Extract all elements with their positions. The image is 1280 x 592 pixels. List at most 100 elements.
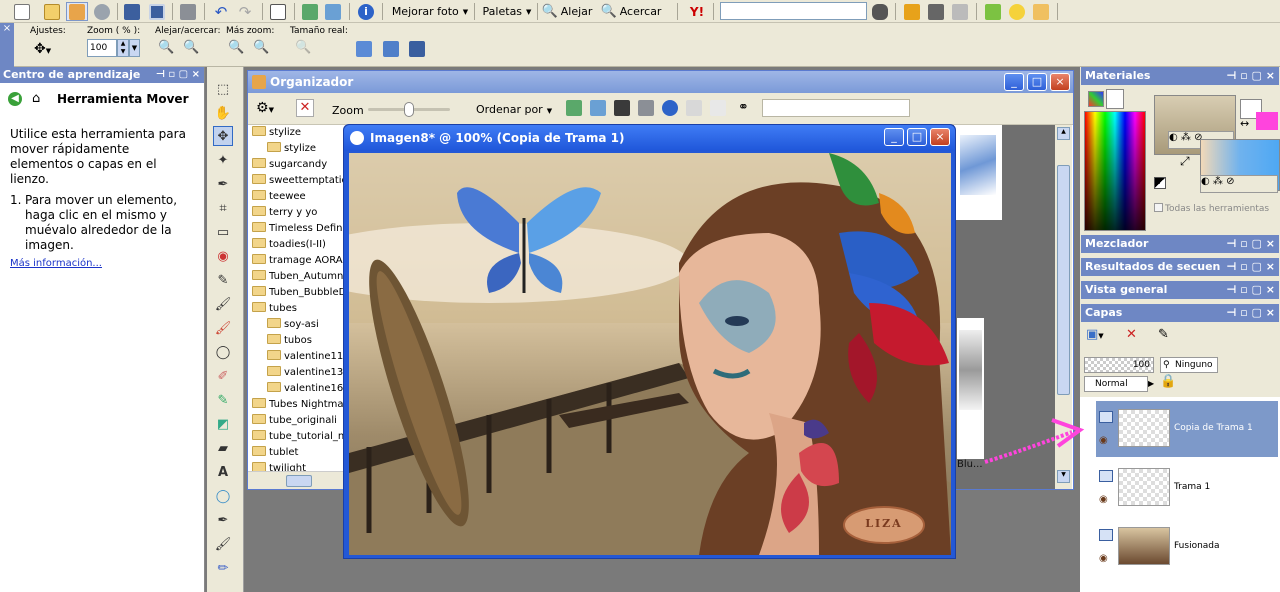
smudge-tool[interactable]: ✐ — [213, 366, 233, 386]
folder-item[interactable]: tublet — [250, 445, 347, 461]
hscroll-thumb[interactable] — [286, 475, 312, 487]
acercar-button[interactable]: 🔍 Acercar — [600, 2, 662, 21]
swap-colors-icon[interactable]: ↔ — [1240, 117, 1249, 130]
my-button[interactable] — [902, 2, 922, 21]
mixer-title[interactable]: Mezclador ⊣ ▫ ▢ × — [1081, 235, 1279, 253]
background-color-small[interactable] — [1256, 112, 1278, 130]
folder-item[interactable]: twilight — [250, 461, 347, 471]
bg-texture-controls[interactable]: ◐ ⁂ ⊘ — [1200, 175, 1278, 193]
swap-colors-button[interactable]: ⤢ — [1180, 154, 1190, 169]
image-window-titlebar[interactable]: Imagen8* @ 100% (Copia de Trama 1) — [344, 125, 955, 151]
organizer-search-input[interactable] — [762, 99, 910, 117]
layer-row[interactable]: ◉ Trama 1 — [1096, 460, 1278, 516]
clone-tool[interactable]: 🖌 — [213, 294, 233, 314]
folder-tree-hscroll[interactable] — [248, 471, 348, 489]
refresh-icon[interactable] — [566, 100, 582, 116]
dodge-tool[interactable]: ◯ — [213, 342, 233, 362]
red-eye-tool[interactable]: ◉ — [213, 246, 233, 266]
thumbnail-top[interactable] — [954, 125, 1002, 220]
color-picker[interactable] — [1084, 111, 1146, 231]
folder-item[interactable]: valentine11 — [250, 349, 347, 365]
scroll-up-icon[interactable]: ▲ — [1057, 127, 1070, 140]
eraser-tool[interactable]: ▰ — [213, 438, 233, 458]
layer-row[interactable]: ◉ Copia de Trama 1 — [1096, 401, 1278, 457]
flood-fill-tool[interactable]: ◩ — [213, 414, 233, 434]
info-icon[interactable] — [662, 100, 678, 116]
dropper-tool[interactable]: ✒ — [213, 174, 233, 194]
paletas-menu[interactable]: Paletas ▼ — [480, 2, 534, 21]
image-maximize-button[interactable]: □ — [907, 128, 927, 146]
panel-controls[interactable]: ⊣ ▫ ▢ × — [1226, 304, 1275, 322]
image-close-button[interactable]: × — [930, 128, 950, 146]
folder-item[interactable]: stylize — [250, 141, 347, 157]
reset-colors-button[interactable] — [1154, 177, 1166, 189]
scan-button[interactable] — [92, 2, 112, 21]
new-layer-button[interactable]: ▣▼ — [1086, 327, 1104, 342]
zoom-spinner[interactable]: ▲ ▼ — [117, 39, 129, 57]
print-icon[interactable] — [638, 100, 654, 116]
crop-to-new-button[interactable] — [268, 2, 288, 21]
folder-item[interactable]: teewee — [250, 189, 347, 205]
move-tool[interactable]: ✥ — [213, 126, 233, 146]
lock-button[interactable]: 🔒 — [1160, 374, 1176, 389]
folder-item[interactable]: tube_tutorial_nat — [250, 429, 347, 445]
print-button[interactable] — [178, 2, 198, 21]
more-info-link[interactable]: Más información... — [10, 258, 102, 269]
sort-by-menu[interactable]: Ordenar por ▼ — [476, 103, 552, 116]
more-zoom-in-button[interactable]: 🔍 — [253, 40, 269, 55]
fit-image-button[interactable] — [383, 41, 401, 59]
home-button[interactable]: ⌂ — [32, 91, 40, 106]
straighten-tool[interactable]: ▭ — [213, 222, 233, 242]
share-icon[interactable] — [710, 100, 726, 116]
all-tools-checkbox[interactable]: Todas las herramientas — [1154, 203, 1269, 214]
panel-controls[interactable]: ⊣ ▫ ▢ × — [1226, 281, 1275, 299]
slideshow-icon[interactable] — [614, 100, 630, 116]
organizer-find-button[interactable]: ⚭ — [738, 100, 749, 115]
new-file-button[interactable] — [12, 2, 32, 21]
delete-layer-button[interactable]: ✕ — [1126, 327, 1137, 342]
zoom-dropdown[interactable]: ▼ — [129, 39, 140, 57]
panel-controls[interactable]: ⊣ ▫ ▢ × — [156, 67, 204, 83]
eraser-tb-button[interactable] — [950, 2, 970, 21]
magic-wand-tool[interactable]: ✦ — [213, 150, 233, 170]
web-search-button[interactable] — [870, 2, 890, 21]
organizer-minimize-button[interactable]: _ — [1004, 73, 1024, 91]
folder-item[interactable]: tube_originali — [250, 413, 347, 429]
panel-controls[interactable]: ⊣ ▫ ▢ × — [1223, 258, 1275, 276]
organizer-settings-button[interactable]: ⚙▼ — [256, 100, 274, 116]
vscroll-thumb[interactable] — [1057, 165, 1070, 395]
folder-item[interactable]: tubos — [250, 333, 347, 349]
info-button[interactable]: i — [355, 2, 377, 21]
email-icon[interactable] — [686, 100, 702, 116]
folder-item[interactable]: tubes — [250, 301, 347, 317]
folder-item[interactable]: valentine13 — [250, 365, 347, 381]
opacity-field[interactable]: 100 — [1084, 357, 1154, 373]
zoom-in-button[interactable]: 🔍 — [183, 40, 199, 55]
crop-tool[interactable]: ⌗ — [213, 198, 233, 218]
options-grip[interactable]: × — [0, 23, 14, 67]
folder-item[interactable]: stylize — [250, 125, 347, 141]
results-title[interactable]: Resultados de secuen ⊣ ▫ ▢ × — [1081, 258, 1279, 276]
pan-tool[interactable]: ✋ — [213, 103, 233, 123]
redo-button[interactable]: ↷ — [234, 2, 256, 21]
preset-shape-tool[interactable]: ◯ — [213, 486, 233, 506]
zoom-percent-input[interactable] — [87, 39, 117, 57]
alejar-button[interactable]: 🔍 Alejar — [541, 2, 593, 21]
folder-item[interactable]: sugarcandy — [250, 157, 347, 173]
warp-brush-tool[interactable]: 🖌 — [213, 534, 233, 554]
folder-item[interactable]: tramage AORA — [250, 253, 347, 269]
pencil-tool[interactable]: ✏ — [213, 558, 233, 578]
folder-item[interactable]: Tuben_AutumnMo — [250, 269, 347, 285]
pen-tool[interactable]: ✒ — [213, 510, 233, 530]
organizer-button[interactable] — [66, 2, 88, 21]
browse-button[interactable] — [300, 2, 320, 21]
selection-area-tool[interactable]: ⬚ — [213, 79, 233, 99]
open-button[interactable] — [41, 2, 63, 21]
folder-item[interactable]: soy-asi — [250, 317, 347, 333]
actual-size-button[interactable]: 🔍 — [295, 40, 311, 55]
blend-mode-arrow[interactable]: ▶ — [1148, 376, 1158, 392]
back-button[interactable]: ◀ — [8, 92, 22, 106]
web-search-input[interactable] — [720, 2, 867, 20]
panel-controls[interactable]: ⊣ ▫ ▢ × — [1226, 67, 1275, 85]
eye-icon[interactable]: ◉ — [1099, 435, 1108, 446]
